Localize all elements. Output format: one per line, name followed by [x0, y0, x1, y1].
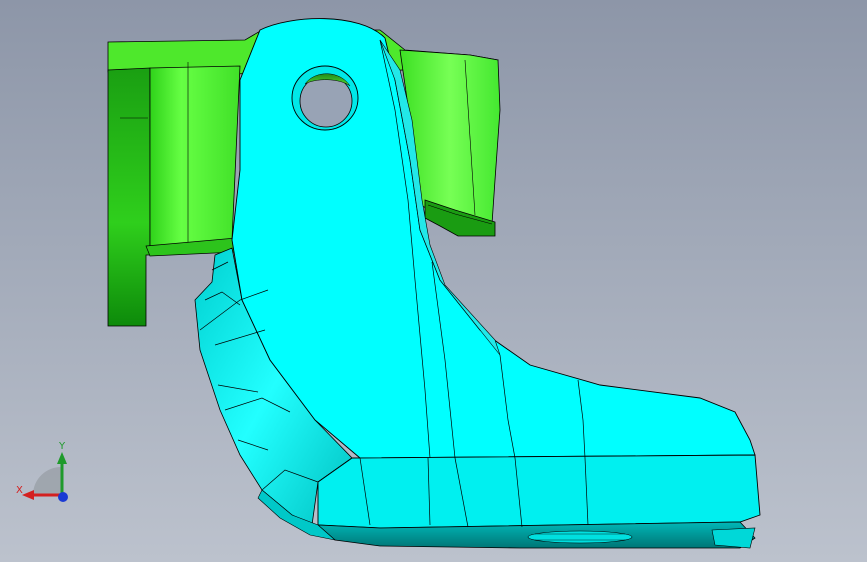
x-axis-head [22, 490, 34, 500]
triad-graphic [22, 452, 68, 502]
bracket-left-wall [107, 67, 151, 327]
y-axis-head [57, 452, 67, 464]
lever-bottom-face [317, 454, 761, 529]
z-axis-dot [58, 492, 68, 502]
y-axis-label: Y [59, 441, 66, 452]
orientation-triad: X Y [10, 440, 80, 510]
graphics-viewport[interactable]: X Y [0, 0, 867, 562]
triad-plane [32, 466, 62, 495]
cad-model[interactable] [0, 0, 867, 562]
lever-end-cap [711, 527, 756, 549]
bracket-front-face [149, 65, 241, 247]
bottom-slot [527, 530, 633, 544]
x-axis-label: X [16, 485, 23, 496]
